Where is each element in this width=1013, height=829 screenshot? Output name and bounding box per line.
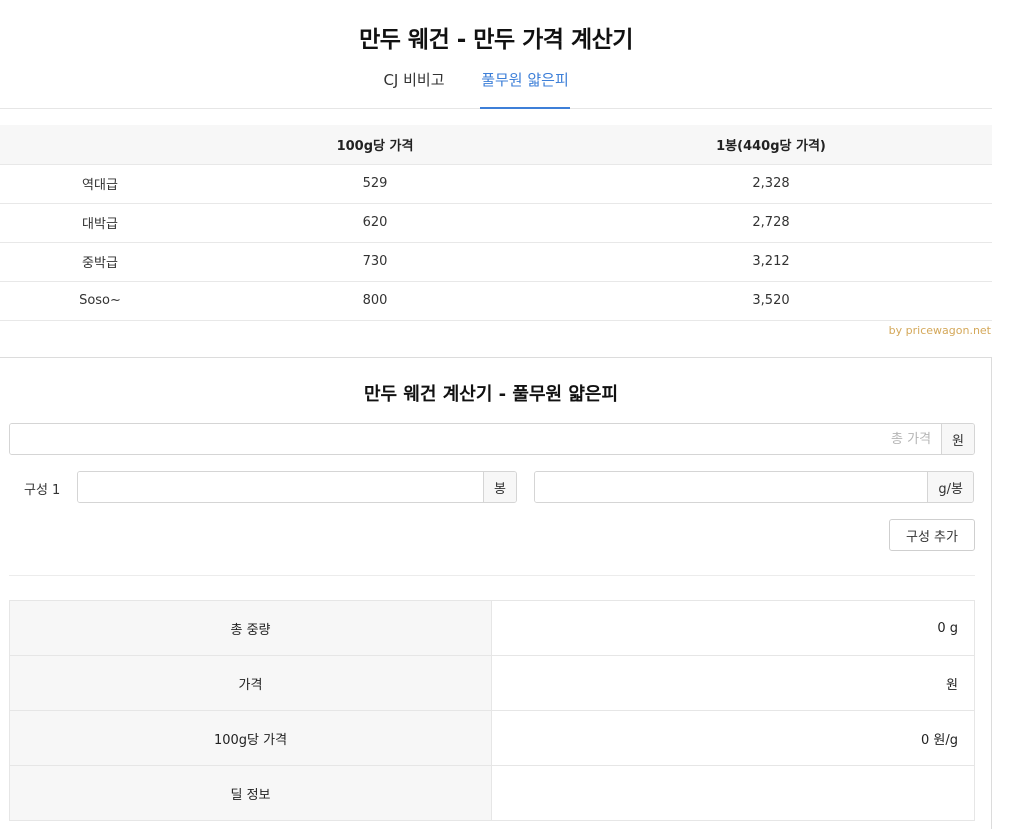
table-header-row: 100g당 가격 1봉(440g당 가격) — [0, 125, 992, 165]
tab-bar: CJ 비비고 풀무원 얇은피 — [0, 64, 992, 109]
result-value: 원 — [491, 655, 975, 711]
result-row-deal-info: 딜 정보 — [9, 765, 975, 821]
table-row: Soso~ 800 3,520 — [0, 281, 992, 321]
header-per-bag: 1봉(440g당 가격) — [550, 125, 992, 165]
bag-weight-input[interactable] — [535, 472, 928, 502]
table-row: 역대급 529 2,328 — [0, 164, 992, 204]
result-label: 가격 — [9, 655, 492, 711]
grade-cell: Soso~ — [0, 281, 200, 321]
result-value — [491, 765, 975, 821]
per-bag-cell: 2,728 — [550, 203, 992, 243]
total-price-group: 원 — [9, 423, 975, 455]
tab-cj-bibigo[interactable]: CJ 비비고 — [376, 64, 452, 109]
calculator-title: 만두 웨건 계산기 - 풀무원 얇은피 — [363, 384, 619, 405]
per-100g-cell: 800 — [200, 281, 550, 321]
bag-count-unit: 봉 — [483, 472, 516, 502]
header-per-100g: 100g당 가격 — [200, 125, 550, 165]
table-row: 중박급 730 3,212 — [0, 242, 992, 282]
result-value: 0 g — [491, 600, 975, 656]
result-value: 0 원/g — [491, 710, 975, 766]
per-bag-cell: 3,520 — [550, 281, 992, 321]
price-reference-table: 100g당 가격 1봉(440g당 가격) 역대급 529 2,328 대박급 … — [0, 125, 992, 321]
bag-weight-unit: g/봉 — [927, 472, 973, 502]
divider — [9, 575, 975, 576]
per-100g-cell: 529 — [200, 164, 550, 204]
calculator-panel: 만두 웨건 계산기 - 풀무원 얇은피 원 구성 1 봉 g/봉 구성 추가 총… — [0, 357, 992, 829]
page-title: 만두 웨건 - 만두 가격 계산기 — [359, 27, 633, 53]
result-table: 총 중량 0 g 가격 원 100g당 가격 0 원/g 딜 정보 — [9, 600, 975, 821]
result-label: 100g당 가격 — [9, 710, 492, 766]
tab-pulmuone-thin[interactable]: 풀무원 얇은피 — [480, 64, 570, 109]
per-bag-cell: 3,212 — [550, 242, 992, 282]
result-label: 총 중량 — [9, 600, 492, 656]
grade-cell: 대박급 — [0, 203, 200, 243]
result-row-price: 가격 원 — [9, 655, 975, 711]
per-100g-cell: 730 — [200, 242, 550, 282]
per-100g-cell: 620 — [200, 203, 550, 243]
header-grade — [0, 125, 200, 165]
bag-count-group: 봉 — [77, 471, 517, 503]
page: 만두 웨건 - 만두 가격 계산기 CJ 비비고 풀무원 얇은피 100g당 가… — [0, 0, 1013, 829]
bag-count-input[interactable] — [78, 472, 484, 502]
component-label: 구성 1 — [24, 483, 61, 498]
grade-cell: 중박급 — [0, 242, 200, 282]
credit-link[interactable]: by pricewagon.net — [889, 324, 991, 337]
total-price-input[interactable] — [10, 424, 942, 454]
result-row-total-weight: 총 중량 0 g — [9, 600, 975, 656]
per-bag-cell: 2,328 — [550, 164, 992, 204]
table-row: 대박급 620 2,728 — [0, 203, 992, 243]
total-price-unit: 원 — [941, 424, 974, 454]
result-row-per-100g: 100g당 가격 0 원/g — [9, 710, 975, 766]
grade-cell: 역대급 — [0, 164, 200, 204]
result-label: 딜 정보 — [9, 765, 492, 821]
bag-weight-group: g/봉 — [534, 471, 974, 503]
add-component-button[interactable]: 구성 추가 — [889, 519, 975, 551]
